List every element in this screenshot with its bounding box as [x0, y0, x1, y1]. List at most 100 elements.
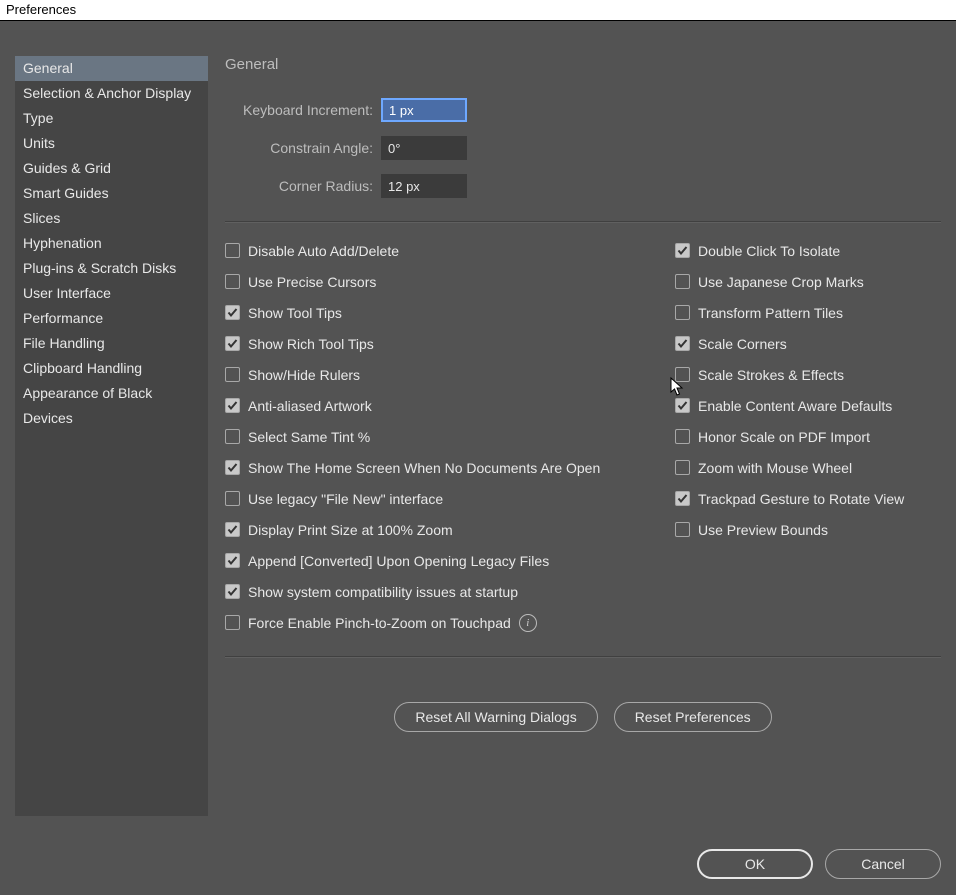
checkbox-label: Enable Content Aware Defaults: [698, 398, 892, 414]
preferences-sidebar: GeneralSelection & Anchor DisplayTypeUni…: [15, 56, 208, 816]
sidebar-item-plug-ins-scratch-disks[interactable]: Plug-ins & Scratch Disks: [15, 256, 208, 281]
checkbox-disable-auto-add-delete[interactable]: [225, 243, 240, 258]
checkbox-label: Zoom with Mouse Wheel: [698, 460, 852, 476]
option-use-preview-bounds: Use Preview Bounds: [675, 514, 904, 545]
sidebar-item-hyphenation[interactable]: Hyphenation: [15, 231, 208, 256]
checkbox-label: Double Click To Isolate: [698, 243, 840, 259]
sidebar-item-slices[interactable]: Slices: [15, 206, 208, 231]
checkbox-label: Use Preview Bounds: [698, 522, 828, 538]
option-use-precise-cursors: Use Precise Cursors: [225, 266, 655, 297]
row-keyboard-increment: Keyboard Increment:: [225, 91, 941, 129]
cancel-button[interactable]: Cancel: [825, 849, 941, 879]
option-anti-aliased-artwork: Anti-aliased Artwork: [225, 390, 655, 421]
sidebar-item-user-interface[interactable]: User Interface: [15, 281, 208, 306]
checkbox-label: Anti-aliased Artwork: [248, 398, 372, 414]
checkbox-honor-scale-on-pdf-import[interactable]: [675, 429, 690, 444]
checkbox-use-preview-bounds[interactable]: [675, 522, 690, 537]
checkbox-select-same-tint[interactable]: [225, 429, 240, 444]
sidebar-item-appearance-of-black[interactable]: Appearance of Black: [15, 381, 208, 406]
checkbox-label: Force Enable Pinch-to-Zoom on Touchpad: [248, 615, 511, 631]
reset-preferences-button[interactable]: Reset Preferences: [614, 702, 772, 732]
checkbox-zoom-with-mouse-wheel[interactable]: [675, 460, 690, 475]
option-select-same-tint: Select Same Tint %: [225, 421, 655, 452]
checkbox-trackpad-gesture-to-rotate-view[interactable]: [675, 491, 690, 506]
checkbox-show-rich-tool-tips[interactable]: [225, 336, 240, 351]
checkbox-show-hide-rulers[interactable]: [225, 367, 240, 382]
checkbox-transform-pattern-tiles[interactable]: [675, 305, 690, 320]
checkbox-use-japanese-crop-marks[interactable]: [675, 274, 690, 289]
checkbox-display-print-size-at-100-zoom[interactable]: [225, 522, 240, 537]
checkbox-label: Show Rich Tool Tips: [248, 336, 374, 352]
sidebar-item-guides-grid[interactable]: Guides & Grid: [15, 156, 208, 181]
checkbox-label: Display Print Size at 100% Zoom: [248, 522, 453, 538]
option-show-the-home-screen-when-no-documents-are-open: Show The Home Screen When No Documents A…: [225, 452, 655, 483]
sidebar-item-general[interactable]: General: [15, 56, 208, 81]
info-icon[interactable]: i: [519, 614, 537, 632]
option-display-print-size-at-100-zoom: Display Print Size at 100% Zoom: [225, 514, 655, 545]
option-use-japanese-crop-marks: Use Japanese Crop Marks: [675, 266, 904, 297]
checkbox-force-enable-pinch-to-zoom-on-touchpad[interactable]: [225, 615, 240, 630]
ok-button[interactable]: OK: [697, 849, 813, 879]
option-scale-strokes-effects: Scale Strokes & Effects: [675, 359, 904, 390]
checkbox-show-tool-tips[interactable]: [225, 305, 240, 320]
checkbox-label: Show Tool Tips: [248, 305, 342, 321]
pane-title: General: [225, 56, 941, 73]
input-keyboard-increment[interactable]: [381, 98, 467, 122]
input-corner-radius[interactable]: [381, 174, 467, 198]
divider: [225, 221, 941, 223]
checkbox-enable-content-aware-defaults[interactable]: [675, 398, 690, 413]
checkbox-label: Select Same Tint %: [248, 429, 370, 445]
option-scale-corners: Scale Corners: [675, 328, 904, 359]
option-use-legacy-file-new-interface: Use legacy "File New" interface: [225, 483, 655, 514]
checkbox-label: Disable Auto Add/Delete: [248, 243, 399, 259]
checkbox-use-legacy-file-new-interface[interactable]: [225, 491, 240, 506]
option-show-tool-tips: Show Tool Tips: [225, 297, 655, 328]
checkbox-use-precise-cursors[interactable]: [225, 274, 240, 289]
option-double-click-to-isolate: Double Click To Isolate: [675, 235, 904, 266]
row-constrain-angle: Constrain Angle:: [225, 129, 941, 167]
checkbox-column-left: Disable Auto Add/Delete Use Precise Curso…: [225, 235, 655, 638]
checkbox-label: Trackpad Gesture to Rotate View: [698, 491, 904, 507]
window-title: Preferences: [0, 0, 956, 21]
option-transform-pattern-tiles: Transform Pattern Tiles: [675, 297, 904, 328]
label-corner-radius: Corner Radius:: [225, 178, 381, 194]
sidebar-item-smart-guides[interactable]: Smart Guides: [15, 181, 208, 206]
option-disable-auto-add-delete: Disable Auto Add/Delete: [225, 235, 655, 266]
checkbox-show-system-compatibility-issues-at-startup[interactable]: [225, 584, 240, 599]
checkbox-double-click-to-isolate[interactable]: [675, 243, 690, 258]
checkbox-append-converted-upon-opening-legacy-files[interactable]: [225, 553, 240, 568]
checkbox-label: Use legacy "File New" interface: [248, 491, 443, 507]
checkbox-label: Scale Strokes & Effects: [698, 367, 844, 383]
option-show-hide-rulers: Show/Hide Rulers: [225, 359, 655, 390]
option-honor-scale-on-pdf-import: Honor Scale on PDF Import: [675, 421, 904, 452]
sidebar-item-performance[interactable]: Performance: [15, 306, 208, 331]
label-constrain-angle: Constrain Angle:: [225, 140, 381, 156]
checkbox-label: Show system compatibility issues at star…: [248, 584, 518, 600]
checkbox-column-right: Double Click To Isolate Use Japanese Crop…: [675, 235, 904, 638]
dialog-footer: OK Cancel: [697, 849, 941, 879]
sidebar-item-selection-anchor-display[interactable]: Selection & Anchor Display: [15, 81, 208, 106]
sidebar-item-clipboard-handling[interactable]: Clipboard Handling: [15, 356, 208, 381]
checkbox-label: Show/Hide Rulers: [248, 367, 360, 383]
sidebar-item-type[interactable]: Type: [15, 106, 208, 131]
label-keyboard-increment: Keyboard Increment:: [225, 102, 381, 118]
divider: [225, 656, 941, 658]
checkbox-label: Honor Scale on PDF Import: [698, 429, 870, 445]
input-constrain-angle[interactable]: [381, 136, 467, 160]
checkbox-label: Use Japanese Crop Marks: [698, 274, 864, 290]
checkbox-scale-strokes-effects[interactable]: [675, 367, 690, 382]
sidebar-item-devices[interactable]: Devices: [15, 406, 208, 431]
sidebar-item-file-handling[interactable]: File Handling: [15, 331, 208, 356]
checkbox-label: Use Precise Cursors: [248, 274, 376, 290]
sidebar-item-units[interactable]: Units: [15, 131, 208, 156]
option-force-enable-pinch-to-zoom-on-touchpad: Force Enable Pinch-to-Zoom on Touchpad i: [225, 607, 655, 638]
checkbox-label: Transform Pattern Tiles: [698, 305, 843, 321]
option-append-converted-upon-opening-legacy-files: Append [Converted] Upon Opening Legacy F…: [225, 545, 655, 576]
checkbox-anti-aliased-artwork[interactable]: [225, 398, 240, 413]
preferences-pane-general: General Keyboard Increment: Constrain An…: [225, 56, 941, 732]
checkbox-show-the-home-screen-when-no-documents-are-open[interactable]: [225, 460, 240, 475]
reset-warnings-button[interactable]: Reset All Warning Dialogs: [394, 702, 597, 732]
checkbox-scale-corners[interactable]: [675, 336, 690, 351]
option-zoom-with-mouse-wheel: Zoom with Mouse Wheel: [675, 452, 904, 483]
row-corner-radius: Corner Radius:: [225, 167, 941, 205]
